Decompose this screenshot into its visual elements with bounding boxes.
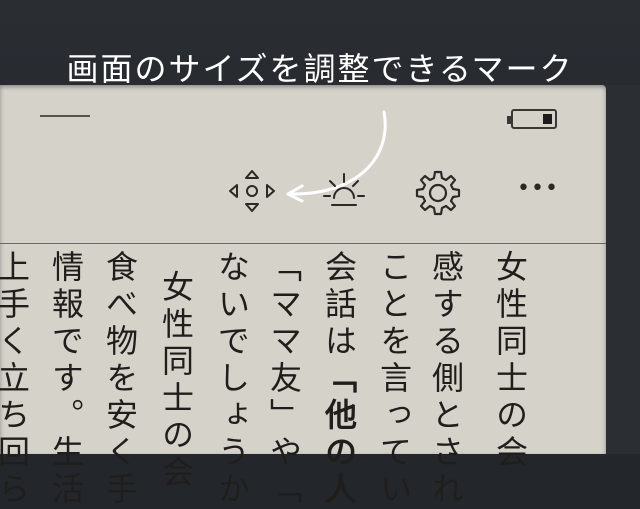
text-column: 感する側とされ: [427, 250, 465, 509]
text-column: ないでしょうか: [213, 250, 251, 509]
text-column: 上手く立ち回ら: [0, 250, 31, 509]
menu-handle[interactable]: [40, 115, 90, 117]
device-frame-edge: [606, 85, 640, 454]
resize-arrows-icon[interactable]: [227, 168, 277, 218]
gear-icon[interactable]: [413, 168, 463, 222]
text-emphasis: 「他の人: [320, 361, 358, 509]
text-column: 「ママ友」や「: [265, 250, 303, 509]
more-menu-icon[interactable]: •••: [517, 176, 559, 201]
text-column: 女性同士の会: [491, 250, 529, 472]
toolbar-divider: [0, 243, 606, 244]
text-column: ことを言ってい: [375, 250, 413, 509]
text-segment: 会話は: [320, 250, 358, 361]
battery-icon: [507, 109, 557, 129]
annotation-caption: 画面のサイズを調整できるマーク: [66, 50, 574, 88]
text-column: 情報です。生活: [47, 250, 85, 509]
text-column: 会話は「他の人: [320, 250, 358, 509]
brightness-icon[interactable]: [322, 170, 366, 218]
text-column: 女性同士の会: [157, 270, 195, 492]
text-column: 食べ物を安く手: [101, 250, 139, 509]
